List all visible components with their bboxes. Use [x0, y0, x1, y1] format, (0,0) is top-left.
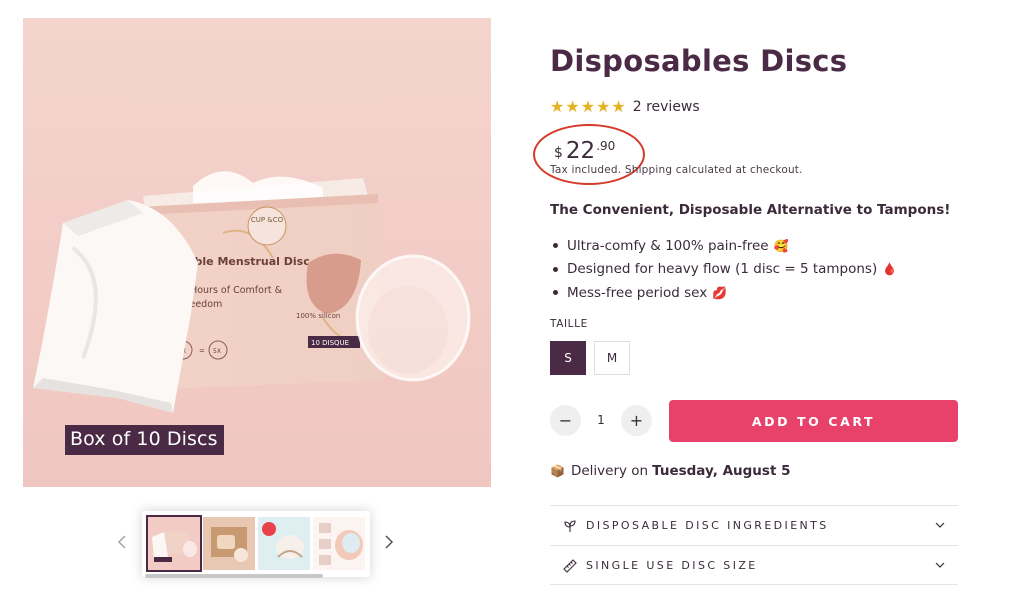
thumbnail-3[interactable] [258, 517, 310, 570]
delivery-prefix: Delivery on [570, 463, 649, 479]
box-eq-right: 5X [213, 348, 221, 355]
drop-of-blood-icon: 🩸 [882, 262, 898, 277]
box-qty-text: 10 DISQUE [311, 339, 349, 347]
feature-list: Ultra-comfy & 100% pain-free 🥰 Designed f… [553, 234, 897, 305]
reviews-link[interactable]: 2 reviews [633, 99, 700, 115]
quantity-decrease-button[interactable]: − [550, 405, 581, 436]
product-tagline: The Convenient, Disposable Alternative t… [550, 202, 951, 218]
box-silicone-text: 100% silicon [296, 312, 340, 320]
accordion-label: SINGLE USE DISC SIZE [586, 559, 758, 572]
add-to-cart-button[interactable]: ADD TO CART [669, 400, 958, 442]
rating: ★★★★★ 2 reviews [550, 97, 700, 116]
size-option-s[interactable]: S [550, 341, 586, 375]
thumbnail-image [203, 517, 255, 570]
thumbnail-2[interactable] [203, 517, 255, 570]
feature-item: Designed for heavy flow (1 disc = 5 tamp… [553, 258, 897, 282]
thumbnail-image [313, 517, 365, 570]
ruler-icon [563, 559, 577, 573]
delivery-info: 📦 Delivery on Tuesday, August 5 [550, 463, 791, 479]
chevron-left-icon [117, 535, 126, 549]
product-title: Disposables Discs [550, 44, 848, 78]
thumbnail-image [148, 517, 200, 570]
svg-text:=: = [199, 347, 205, 355]
thumbnail-4[interactable] [313, 517, 365, 570]
smiling-hearts-icon: 🥰 [773, 238, 789, 253]
size-option-m[interactable]: M [594, 341, 630, 375]
quantity-increase-button[interactable]: + [621, 405, 652, 436]
chevron-down-icon [935, 562, 945, 568]
price-currency: $ [554, 145, 563, 161]
thumbnail-1[interactable] [146, 515, 202, 572]
image-caption: Box of 10 Discs [65, 425, 224, 455]
box-brand-text: CUP &CO [251, 216, 284, 224]
kiss-mark-icon: 💋 [712, 285, 728, 300]
feature-item: Ultra-comfy & 100% pain-free 🥰 [553, 234, 897, 258]
price-cents: .90 [596, 139, 616, 153]
accordion-ingredients[interactable]: DISPOSABLE DISC INGREDIENTS [550, 505, 958, 545]
product-photo: CUP &CO osable Menstrual Disc 2 Hours of… [23, 18, 491, 487]
thumbnail-image [258, 517, 310, 570]
leaf-icon [564, 520, 576, 532]
price-whole: 22 [565, 138, 596, 164]
delivery-date: Tuesday, August 5 [652, 463, 791, 479]
gallery-next-button[interactable] [383, 534, 401, 558]
feature-item: Mess-free period sex 💋 [553, 281, 897, 305]
gallery-prev-button[interactable] [116, 534, 134, 558]
tax-note: Tax included. Shipping calculated at che… [550, 164, 803, 176]
star-rating-icon: ★★★★★ [550, 97, 627, 116]
product-price: $ 22 .90 [554, 138, 615, 164]
chevron-down-icon [935, 522, 945, 528]
product-main-image[interactable]: CUP &CO osable Menstrual Disc 2 Hours of… [23, 18, 491, 487]
quantity-value[interactable]: 1 [594, 413, 608, 427]
chevron-right-icon [385, 535, 394, 549]
thumbnail-strip [142, 511, 370, 578]
box-line1-text: 2 Hours of Comfort & [181, 285, 283, 296]
thumbnail-gallery [110, 508, 410, 588]
size-label: TAILLE [550, 318, 588, 330]
package-icon: 📦 [550, 464, 565, 478]
accordion-disc-size[interactable]: SINGLE USE DISC SIZE [550, 545, 958, 585]
thumbnail-scrollbar[interactable] [145, 574, 323, 578]
accordion-label: DISPOSABLE DISC INGREDIENTS [586, 519, 829, 532]
